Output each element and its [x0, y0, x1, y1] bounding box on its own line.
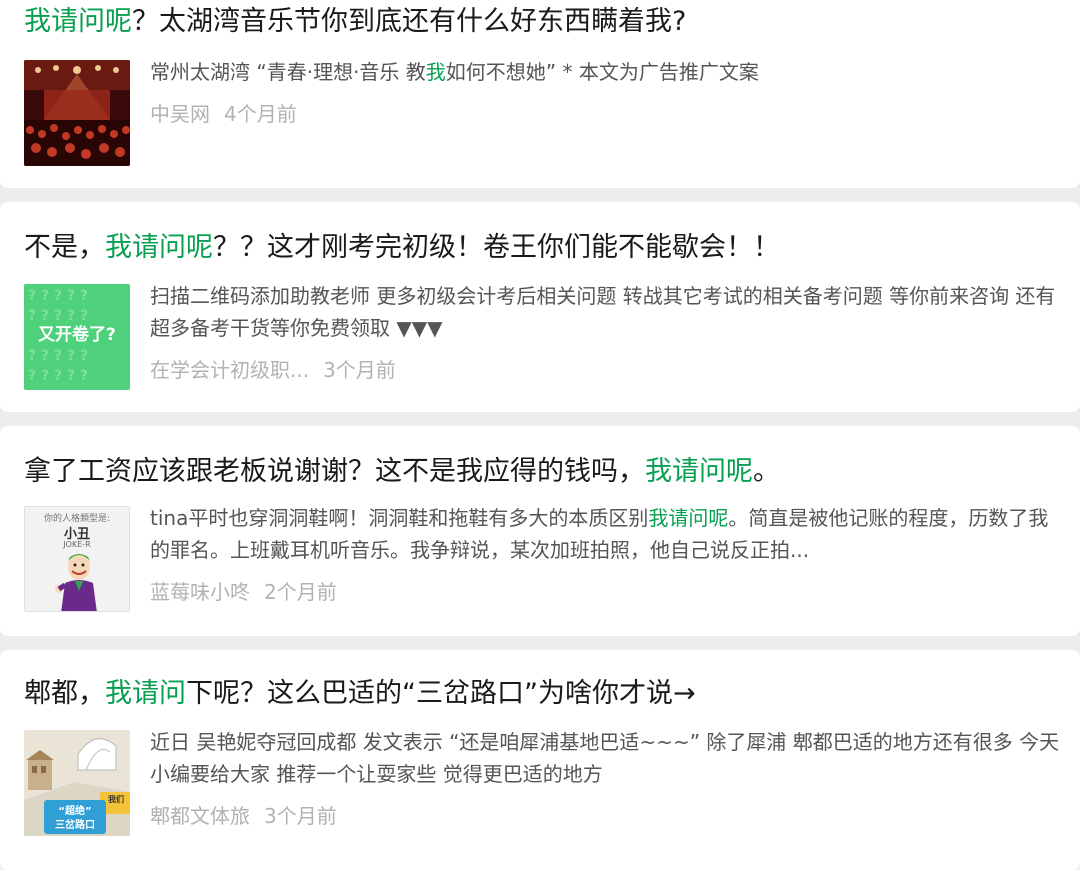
article-thumbnail[interactable] [24, 60, 130, 166]
map-label-main: 三岔路口 [55, 820, 95, 831]
article-meta: 郫都文体旅 3个月前 [150, 802, 337, 830]
article-card[interactable]: 拿了工资应该跟老板说谢谢？这不是我应得的钱吗，我请问呢。 你的人格類型是: 小丑… [0, 426, 1080, 636]
article-time: 3个月前 [323, 358, 396, 382]
article-card[interactable]: 不是，我请问呢？？这才刚考完初级！卷王你们能不能歇会！！ ? ? ? ? ? ?… [0, 202, 1080, 412]
article-source[interactable]: 在学会计初级职... [150, 358, 309, 382]
keyword-highlight: 我请问 [105, 678, 186, 709]
article-summary: 常州太湖湾 “青春·理想·音乐 教我如何不想她” * 本文为广告推广文案 [150, 60, 759, 84]
article-title[interactable]: 不是，我请问呢？？这才刚考完初级！卷王你们能不能歇会！！ [24, 230, 780, 266]
article-meta: 中吴网 4个月前 [150, 100, 297, 128]
keyword-highlight: 我请问呢 [645, 456, 753, 487]
keyword-highlight: 我请问呢 [24, 6, 132, 37]
article-time: 3个月前 [264, 804, 337, 828]
thumb-sub: JOKE-R [63, 540, 91, 549]
article-summary: tina平时也穿洞洞鞋啊！洞洞鞋和拖鞋有多大的本质区别我请问呢。简直是被他记账的… [150, 506, 1049, 562]
article-source[interactable]: 郫都文体旅 [150, 804, 250, 828]
article-time: 4个月前 [224, 102, 297, 126]
article-summary: 扫描二维码添加助教老师 更多初级会计考后相关问题 转战其它考试的相关备考问题 等… [150, 284, 1056, 340]
concert-photo-icon [24, 60, 130, 166]
article-card[interactable]: 郫都，我请问下呢？这么巴适的“三岔路口”为啥你才说→ “超绝” 三岔路口 我们 … [0, 650, 1080, 870]
article-meta: 在学会计初级职... 3个月前 [150, 356, 396, 384]
joker-cartoon-icon [55, 554, 97, 611]
article-title[interactable]: 拿了工资应该跟老板说谢谢？这不是我应得的钱吗，我请问呢。 [24, 454, 780, 490]
article-meta: 蓝莓味小咚 2个月前 [150, 578, 337, 606]
article-summary: 近日 吴艳妮夺冠回成都 发文表示 “还是咱犀浦基地巴适~~~” 除了犀浦 郫都巴… [150, 730, 1060, 786]
banner-text: 又开卷了? [38, 325, 116, 345]
map-label-side: 我们 [108, 795, 124, 804]
keyword-highlight: 我请问呢 [105, 232, 213, 263]
svg-text:? ? ? ? ?: ? ? ? ? ? [28, 288, 88, 304]
article-thumbnail[interactable]: 你的人格類型是: 小丑 JOKE-R [24, 506, 130, 612]
map-label-top: “超绝” [58, 806, 92, 817]
article-thumbnail[interactable]: “超绝” 三岔路口 我们 [24, 730, 130, 836]
article-thumbnail[interactable]: ? ? ? ? ? ? ? ? ? ? ? ? ? ? ? ? ? ? ? ? … [24, 284, 130, 390]
svg-text:? ? ? ? ?: ? ? ? ? ? [28, 368, 88, 384]
article-title[interactable]: 郫都，我请问下呢？这么巴适的“三岔路口”为啥你才说→ [24, 676, 696, 712]
article-time: 2个月前 [264, 580, 337, 604]
article-title[interactable]: 我请问呢？太湖湾音乐节你到底还有什么好东西瞒着我? [24, 4, 686, 40]
article-card[interactable]: 我请问呢？太湖湾音乐节你到底还有什么好东西瞒着我? 常州太湖湾 “青春·理想·音… [0, 0, 1080, 188]
article-source[interactable]: 蓝莓味小咚 [150, 580, 250, 604]
svg-text:? ? ? ? ?: ? ? ? ? ? [28, 348, 88, 364]
article-source[interactable]: 中吴网 [150, 102, 210, 126]
